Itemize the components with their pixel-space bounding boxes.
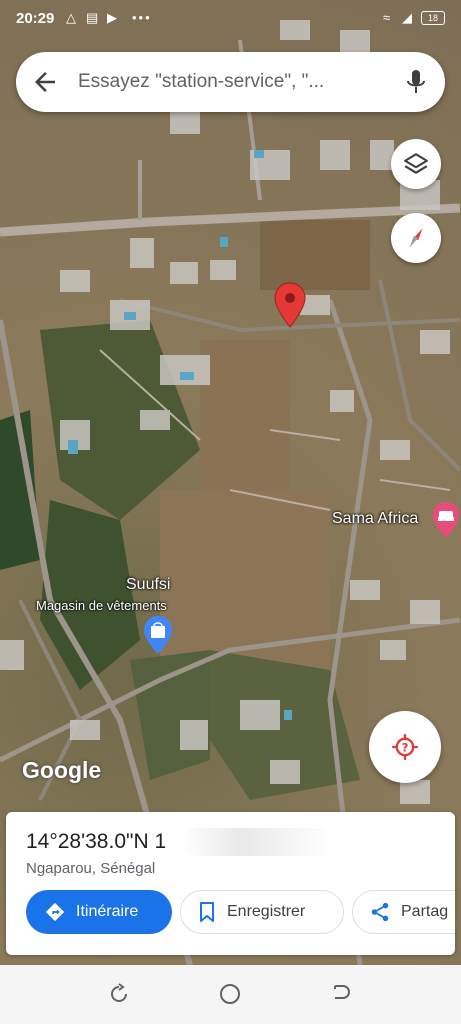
place-category-label: Magasin de vêtements [36,598,167,613]
news-icon: ▤ [86,10,99,25]
locality-text: Ngaparou, Sénégal [26,860,156,877]
more-notifications-icon: ••• [132,10,152,25]
bookmark-icon [200,902,214,922]
mic-icon[interactable] [405,68,427,96]
directions-label: Itinéraire [76,903,139,920]
share-label: Partag [401,903,449,920]
directions-icon [45,902,65,922]
google-attribution: Google [22,757,102,783]
youtube-icon: ▶ [107,10,117,25]
back-icon[interactable] [329,982,353,1006]
pin-icon[interactable] [274,282,306,328]
layers-button[interactable] [391,139,441,189]
my-location-button[interactable]: ? [369,711,441,783]
dropped-pin-card[interactable]: 14°28'38.0"N 1 Ngaparou, Sénégal Itinéra… [6,812,455,955]
shopping-bag-icon[interactable] [143,615,173,655]
clock: 20:29 [16,10,55,27]
search-bar[interactable]: Essayez "station-service", "... [16,52,445,112]
home-icon[interactable] [218,982,242,1006]
back-arrow-icon[interactable] [30,67,60,97]
compass-icon [409,228,423,248]
redacted-coordinates [182,828,332,856]
coordinates-text: 14°28'38.0"N 1 [26,830,167,853]
search-input[interactable]: Essayez "station-service", "... [78,71,324,93]
status-bar: 20:29 △ ▤ ▶ ••• ≈ ◢ 18 [0,0,461,38]
compass-button[interactable] [391,213,441,263]
signal-icon: ◢ [402,10,412,25]
save-button[interactable]: Enregistrer [180,890,344,934]
place-label-suufsi[interactable]: Suufsi [126,576,170,594]
save-label: Enregistrer [227,903,306,920]
place-label-sama-africa[interactable]: Sama Africa [332,510,418,528]
svg-text:?: ? [402,741,409,755]
hotel-icon[interactable] [432,501,460,539]
layers-icon [404,153,428,174]
wifi-icon: ≈ [383,10,391,25]
share-icon [371,902,389,922]
share-button[interactable]: Partag [352,890,455,934]
directions-button[interactable]: Itinéraire [26,890,172,934]
battery-indicator: 18 [421,11,445,25]
recent-apps-icon[interactable] [107,982,131,1006]
warning-icon: △ [66,10,76,25]
system-navigation-bar [0,965,461,1024]
my-location-icon: ? [392,734,418,760]
